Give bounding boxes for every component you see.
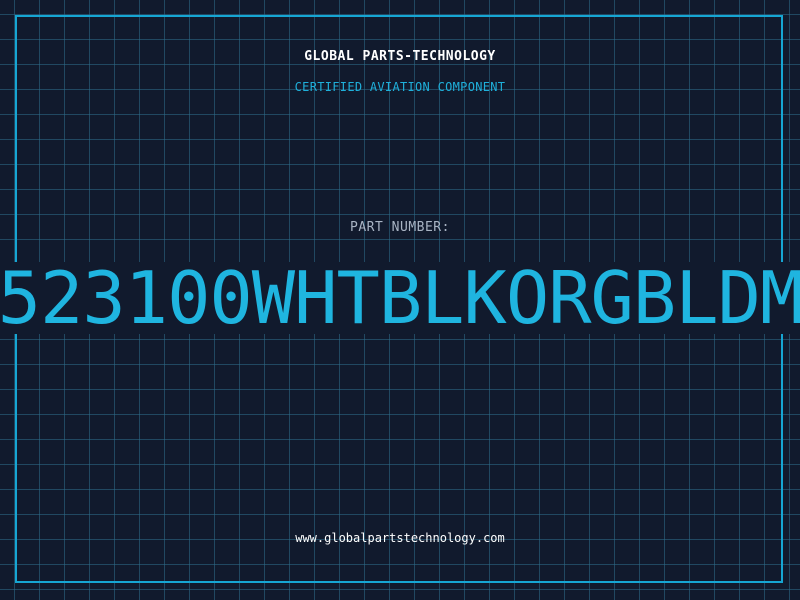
part-number-label: PART NUMBER:	[350, 220, 450, 235]
part-label-card: GLOBAL PARTS-TECHNOLOGY CERTIFIED AVIATI…	[0, 0, 800, 600]
certification-subtitle: CERTIFIED AVIATION COMPONENT	[294, 80, 506, 94]
part-number-text: 523100WHTBLKORGBLDM	[0, 258, 800, 338]
part-number-value: 523100WHTBLKORGBLDM	[0, 258, 800, 338]
company-name: GLOBAL PARTS-TECHNOLOGY	[304, 49, 496, 64]
website-link[interactable]: www.globalpartstechnology.com	[0, 531, 800, 545]
